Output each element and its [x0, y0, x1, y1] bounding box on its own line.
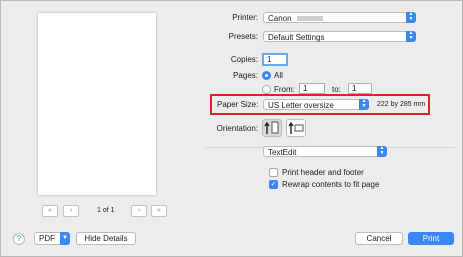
rewrap-contents-checkbox[interactable]: ✓: [269, 180, 278, 189]
hide-details-label: Hide Details: [84, 234, 128, 243]
orientation-label: Orientation:: [216, 124, 258, 133]
section-popup[interactable]: TextEdit ▲ ▼: [263, 146, 387, 157]
section-value: TextEdit: [268, 148, 297, 157]
last-page-icon: »: [157, 207, 161, 214]
chevron-updown-icon: ▲ ▼: [406, 12, 416, 23]
print-header-footer-checkbox[interactable]: [269, 168, 278, 177]
last-page-button[interactable]: »: [151, 205, 167, 217]
previous-page-button[interactable]: ‹: [63, 205, 79, 217]
print-button[interactable]: Print: [408, 232, 454, 245]
cancel-label: Cancel: [366, 234, 392, 243]
first-page-icon: «: [48, 207, 52, 214]
help-icon: ?: [16, 234, 22, 243]
print-header-footer-label: Print header and footer: [282, 168, 364, 177]
paper-size-popup[interactable]: US Letter oversize ▲ ▼: [263, 99, 369, 110]
printer-value: Canon: [268, 14, 292, 23]
printer-label: Printer:: [232, 13, 258, 22]
pages-label: Pages:: [233, 71, 258, 80]
pdf-label: PDF: [39, 234, 55, 243]
print-label: Print: [422, 234, 440, 243]
first-page-button[interactable]: «: [42, 205, 58, 217]
pages-from-input[interactable]: 1: [299, 83, 325, 94]
paper-size-value: US Letter oversize: [268, 101, 334, 110]
chevron-down-icon: ▼: [60, 232, 70, 245]
print-dialog: « ‹ 1 of 1 › » Printer: Canon ▲ ▼ Presets…: [0, 0, 463, 257]
chevron-updown-icon: ▲ ▼: [359, 99, 369, 110]
orientation-portrait-button[interactable]: [262, 119, 282, 137]
paper-size-dimensions: 222 by 285 mm: [377, 101, 426, 108]
chevron-updown-icon: ▲ ▼: [377, 146, 387, 157]
presets-value: Default Settings: [268, 33, 325, 42]
printer-name-redacted: [296, 16, 323, 22]
orientation-landscape-button[interactable]: [286, 119, 306, 137]
copies-label: Copies:: [230, 55, 258, 64]
pages-to-input[interactable]: 1: [348, 83, 372, 94]
cancel-button[interactable]: Cancel: [355, 232, 403, 245]
presets-popup[interactable]: Default Settings ▲ ▼: [263, 31, 416, 42]
next-page-button[interactable]: ›: [131, 205, 147, 217]
paper-size-label: Paper Size:: [217, 100, 259, 109]
landscape-icon: [288, 121, 304, 134]
printer-popup[interactable]: Canon ▲ ▼: [263, 12, 416, 23]
previous-page-icon: ‹: [69, 207, 73, 214]
page-preview: [38, 13, 156, 195]
pages-to-label: to:: [332, 85, 341, 94]
copies-input[interactable]: 1: [262, 53, 288, 66]
hide-details-button[interactable]: Hide Details: [76, 232, 136, 245]
next-page-icon: ›: [137, 207, 141, 214]
pages-all-radio[interactable]: [262, 71, 271, 80]
portrait-icon: [264, 121, 279, 134]
page-indicator: 1 of 1: [97, 207, 115, 214]
pages-from-label: From:: [274, 85, 295, 94]
pages-from-radio[interactable]: [262, 85, 271, 94]
pdf-button[interactable]: PDF ▼: [34, 232, 70, 245]
chevron-updown-icon: ▲ ▼: [406, 31, 416, 42]
presets-label: Presets:: [228, 32, 258, 41]
pages-all-label: All: [274, 71, 283, 80]
rewrap-contents-label: Rewrap contents to fit page: [282, 180, 380, 189]
help-button[interactable]: ?: [13, 233, 25, 245]
